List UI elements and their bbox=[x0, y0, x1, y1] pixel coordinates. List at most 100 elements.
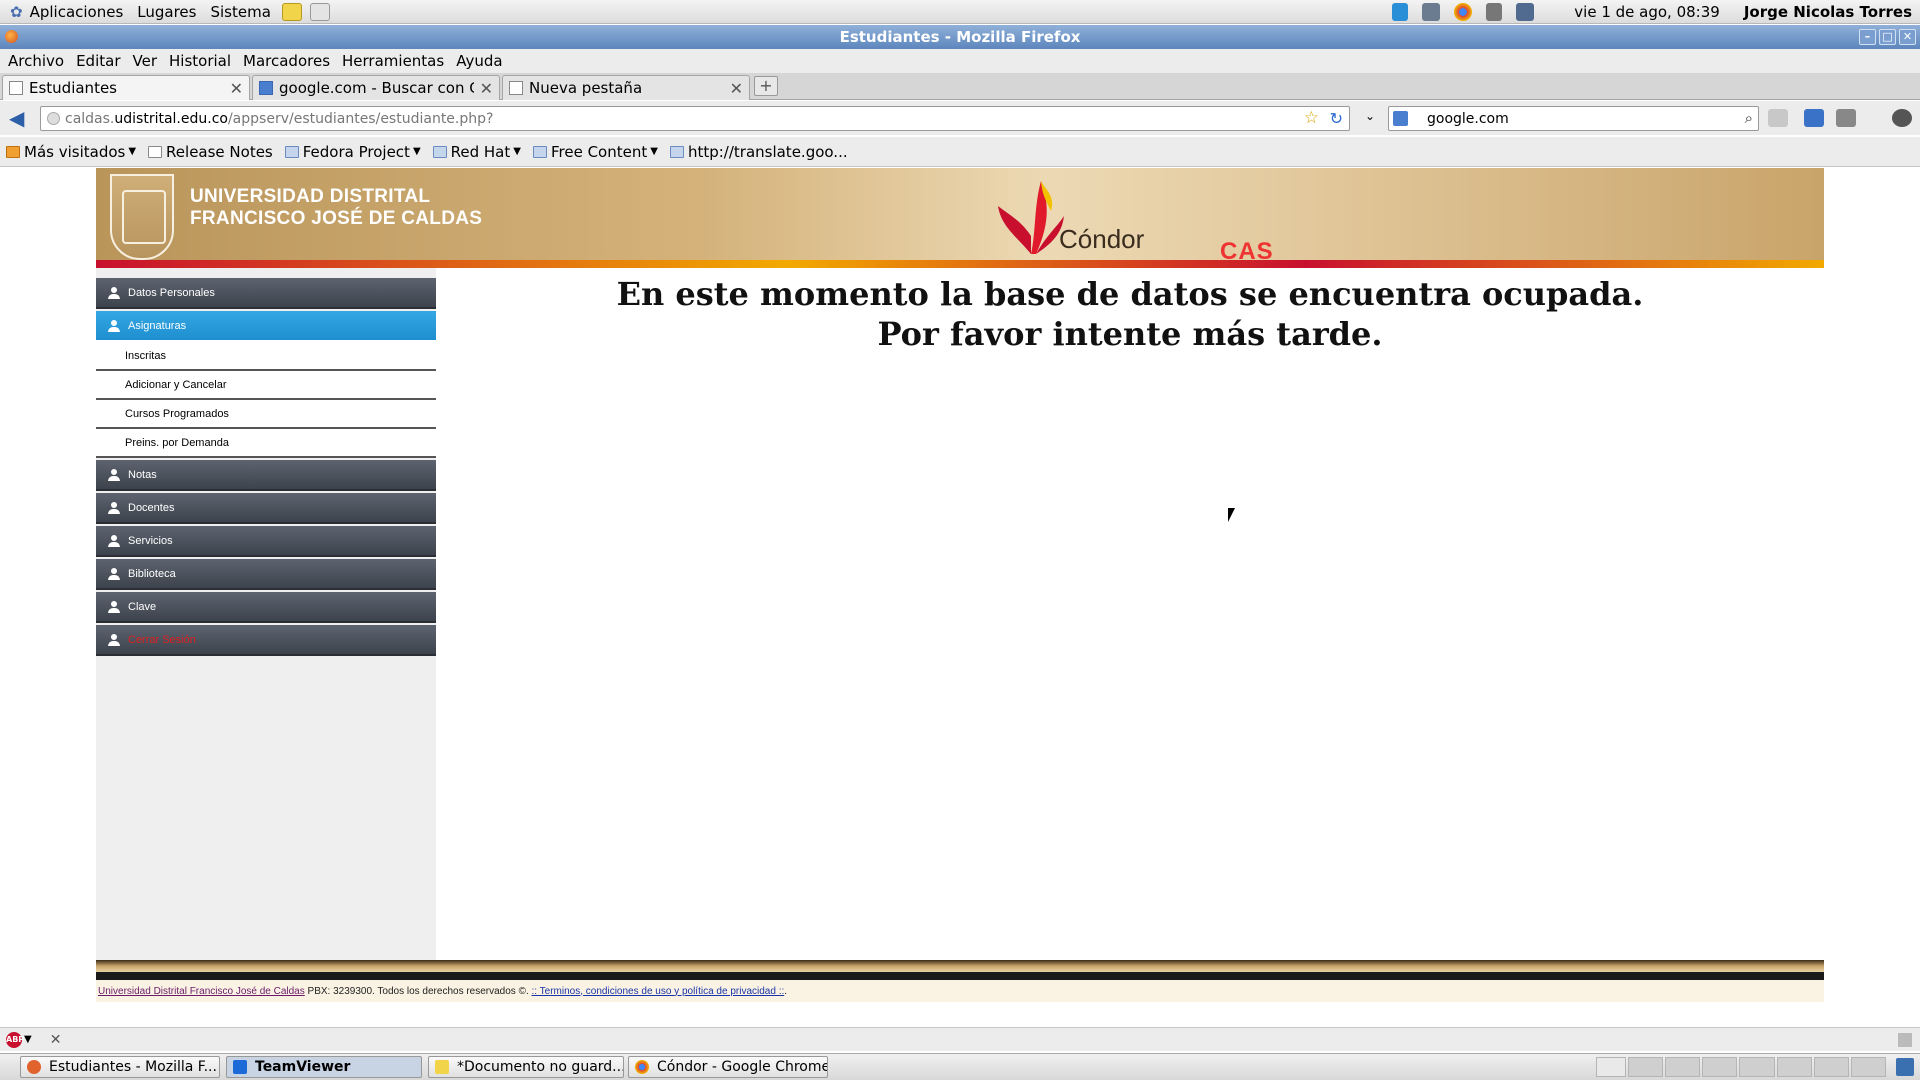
university-name-line1: UNIVERSIDAD DISTRITAL bbox=[190, 186, 431, 207]
sidebar-item-cerrar-sesion[interactable]: Cerrar Sesión bbox=[96, 625, 436, 656]
taskbar-firefox[interactable]: Estudiantes - Mozilla F... bbox=[20, 1056, 220, 1078]
volume-icon[interactable] bbox=[1486, 2, 1503, 21]
home-icon[interactable] bbox=[1804, 109, 1824, 127]
status-addon-icon[interactable] bbox=[1898, 1032, 1912, 1047]
chrome-icon bbox=[635, 1060, 649, 1074]
sidebar-item-label: Cerrar Sesión bbox=[128, 633, 196, 646]
tab-strip: Estudiantes ✕ google.com - Buscar con Go… bbox=[0, 73, 1920, 100]
condor-brand: Cóndor bbox=[1059, 224, 1145, 254]
back-arrow-icon[interactable]: ◀ bbox=[9, 108, 31, 128]
sidebar-subitem-adicionar-cancelar[interactable]: Adicionar y Cancelar bbox=[96, 371, 436, 400]
sidebar-subitem-preins-demanda[interactable]: Preins. por Demanda bbox=[96, 429, 436, 458]
url-path: /appserv/estudiantes/estudiante.php? bbox=[227, 110, 494, 127]
tab-nueva-pestana[interactable]: Nueva pestaña ✕ bbox=[502, 75, 750, 100]
workspace-1[interactable] bbox=[1596, 1057, 1626, 1077]
search-engine-icon[interactable] bbox=[1393, 111, 1408, 126]
sidebar-item-servicios[interactable]: Servicios bbox=[96, 526, 436, 557]
menu-ver[interactable]: Ver bbox=[127, 52, 164, 70]
bookmark-free-content[interactable]: Free Content ▼ bbox=[532, 143, 658, 161]
menu-archivo[interactable]: Archivo bbox=[2, 52, 70, 70]
sidebar-item-clave[interactable]: Clave bbox=[96, 592, 436, 623]
mouse-cursor-icon bbox=[1228, 508, 1235, 522]
site-identity-icon[interactable] bbox=[47, 112, 60, 125]
tab-close-icon[interactable]: ✕ bbox=[730, 79, 743, 98]
window-controls: – □ ✕ bbox=[1859, 29, 1916, 45]
network-icon[interactable] bbox=[1516, 2, 1535, 21]
bookmark-release-notes[interactable]: Release Notes bbox=[148, 143, 273, 161]
menu-editar[interactable]: Editar bbox=[70, 52, 126, 70]
close-icon[interactable]: ✕ bbox=[1899, 29, 1916, 45]
search-bar[interactable]: google.com ⌕ bbox=[1388, 106, 1759, 131]
sidebar-item-label: Biblioteca bbox=[128, 567, 176, 580]
sidebar-item-biblioteca[interactable]: Biblioteca bbox=[96, 559, 436, 590]
menu-herramientas[interactable]: Herramientas bbox=[336, 52, 450, 70]
sidebar-item-docentes[interactable]: Docentes bbox=[96, 493, 436, 524]
tab-close-icon[interactable]: ✕ bbox=[230, 79, 243, 98]
menu-lugares[interactable]: Lugares bbox=[130, 3, 203, 21]
downloads-icon[interactable] bbox=[1768, 109, 1788, 127]
sidebar-subitem-cursos-programados[interactable]: Cursos Programados bbox=[96, 400, 436, 429]
workspace-4[interactable] bbox=[1702, 1057, 1738, 1077]
sidebar-item-datos-personales[interactable]: Datos Personales bbox=[96, 278, 436, 309]
workspace-6[interactable] bbox=[1776, 1057, 1812, 1077]
text-editor-launcher-icon[interactable] bbox=[281, 2, 302, 21]
bookmark-mas-visitados[interactable]: Más visitados ▼ bbox=[6, 143, 136, 161]
firefox-icon[interactable] bbox=[5, 30, 18, 43]
adblock-icon[interactable]: ABP bbox=[6, 1031, 24, 1048]
skype-icon[interactable] bbox=[1392, 2, 1409, 21]
bookmark-translate[interactable]: http://translate.goo... bbox=[669, 143, 848, 161]
taskbar-label: Estudiantes - Mozilla F... bbox=[49, 1059, 217, 1075]
user-icon bbox=[108, 633, 122, 646]
menu-sistema[interactable]: Sistema bbox=[203, 3, 277, 21]
tab-google[interactable]: google.com - Buscar con Go... ✕ bbox=[252, 75, 500, 100]
url-bar[interactable]: caldas. udistrital.edu.co/appserv/estudia… bbox=[40, 106, 1350, 131]
workspace-3[interactable] bbox=[1665, 1057, 1701, 1077]
workspace-2[interactable] bbox=[1628, 1057, 1664, 1077]
history-dropdown-icon[interactable]: ⌄ bbox=[1365, 109, 1375, 123]
workspace-7[interactable] bbox=[1813, 1057, 1849, 1077]
footer-terms-link[interactable]: :: Terminos, condiciones de uso y políti… bbox=[532, 986, 785, 997]
taskbar-gedit[interactable]: *Documento no guard... bbox=[428, 1056, 624, 1078]
taskbar-chrome[interactable]: Cóndor - Google Chrome bbox=[628, 1056, 828, 1078]
foot-icon[interactable]: ✿ bbox=[6, 3, 23, 21]
trash-icon[interactable] bbox=[1896, 1058, 1914, 1076]
bookmark-red-hat[interactable]: Red Hat ▼ bbox=[432, 143, 521, 161]
menu-aplicaciones[interactable]: Aplicaciones bbox=[23, 3, 131, 21]
menu-marcadores[interactable]: Marcadores bbox=[237, 52, 336, 70]
taskbar-teamviewer[interactable]: TeamViewer bbox=[226, 1056, 422, 1078]
addon-icon[interactable] bbox=[1836, 109, 1856, 127]
sidebar-item-notas[interactable]: Notas bbox=[96, 460, 436, 491]
university-name: UNIVERSIDAD DISTRITAL FRANCISCO JOSÉ DE … bbox=[190, 186, 482, 230]
bookmark-fedora-project[interactable]: Fedora Project ▼ bbox=[284, 142, 421, 161]
bookmark-label: Fedora Project bbox=[302, 142, 410, 161]
workspace-8[interactable] bbox=[1850, 1057, 1886, 1077]
bookmark-star-icon[interactable]: ☆ bbox=[1304, 108, 1319, 128]
minimize-icon[interactable]: – bbox=[1859, 29, 1876, 45]
clock[interactable]: vie 1 de ago, 08:39 bbox=[1574, 3, 1720, 21]
search-go-icon[interactable]: ⌕ bbox=[1745, 109, 1753, 127]
tab-close-icon[interactable]: ✕ bbox=[480, 79, 493, 98]
user-name[interactable]: Jorge Nicolas Torres bbox=[1744, 3, 1912, 21]
menu-historial[interactable]: Historial bbox=[163, 52, 237, 70]
system-tray: vie 1 de ago, 08:39 Jorge Nicolas Torres bbox=[1388, 2, 1920, 21]
taskbar-label: *Documento no guard... bbox=[457, 1059, 624, 1075]
workspace-5[interactable] bbox=[1739, 1057, 1775, 1077]
close-icon[interactable]: ✕ bbox=[50, 1032, 62, 1048]
chrome-icon[interactable] bbox=[1454, 2, 1473, 21]
sidebar-item-label: Clave bbox=[128, 600, 157, 613]
menu-ayuda[interactable]: Ayuda bbox=[450, 52, 508, 70]
window-title-bar[interactable]: Estudiantes - Mozilla Firefox – □ ✕ bbox=[0, 25, 1920, 49]
screenshot-launcher-icon[interactable] bbox=[309, 2, 330, 21]
chevron-down-icon[interactable]: ▼ bbox=[24, 1034, 32, 1045]
page-viewport: UNIVERSIDAD DISTRITAL FRANCISCO JOSÉ DE … bbox=[0, 168, 1920, 1032]
chevron-down-icon: ▼ bbox=[412, 146, 421, 157]
monitor-icon[interactable] bbox=[1422, 2, 1441, 21]
maximize-icon[interactable]: □ bbox=[1879, 29, 1896, 45]
sidebar-item-asignaturas[interactable]: Asignaturas bbox=[96, 311, 436, 342]
sidebar-subitem-inscritas[interactable]: Inscritas bbox=[96, 342, 436, 371]
tab-estudiantes[interactable]: Estudiantes ✕ bbox=[2, 75, 250, 100]
new-tab-button[interactable]: + bbox=[754, 76, 778, 96]
sync-icon[interactable] bbox=[1892, 109, 1912, 127]
footer-university-link[interactable]: Universidad Distrital Francisco José de … bbox=[98, 986, 305, 997]
reload-icon[interactable]: ↻ bbox=[1330, 109, 1343, 128]
